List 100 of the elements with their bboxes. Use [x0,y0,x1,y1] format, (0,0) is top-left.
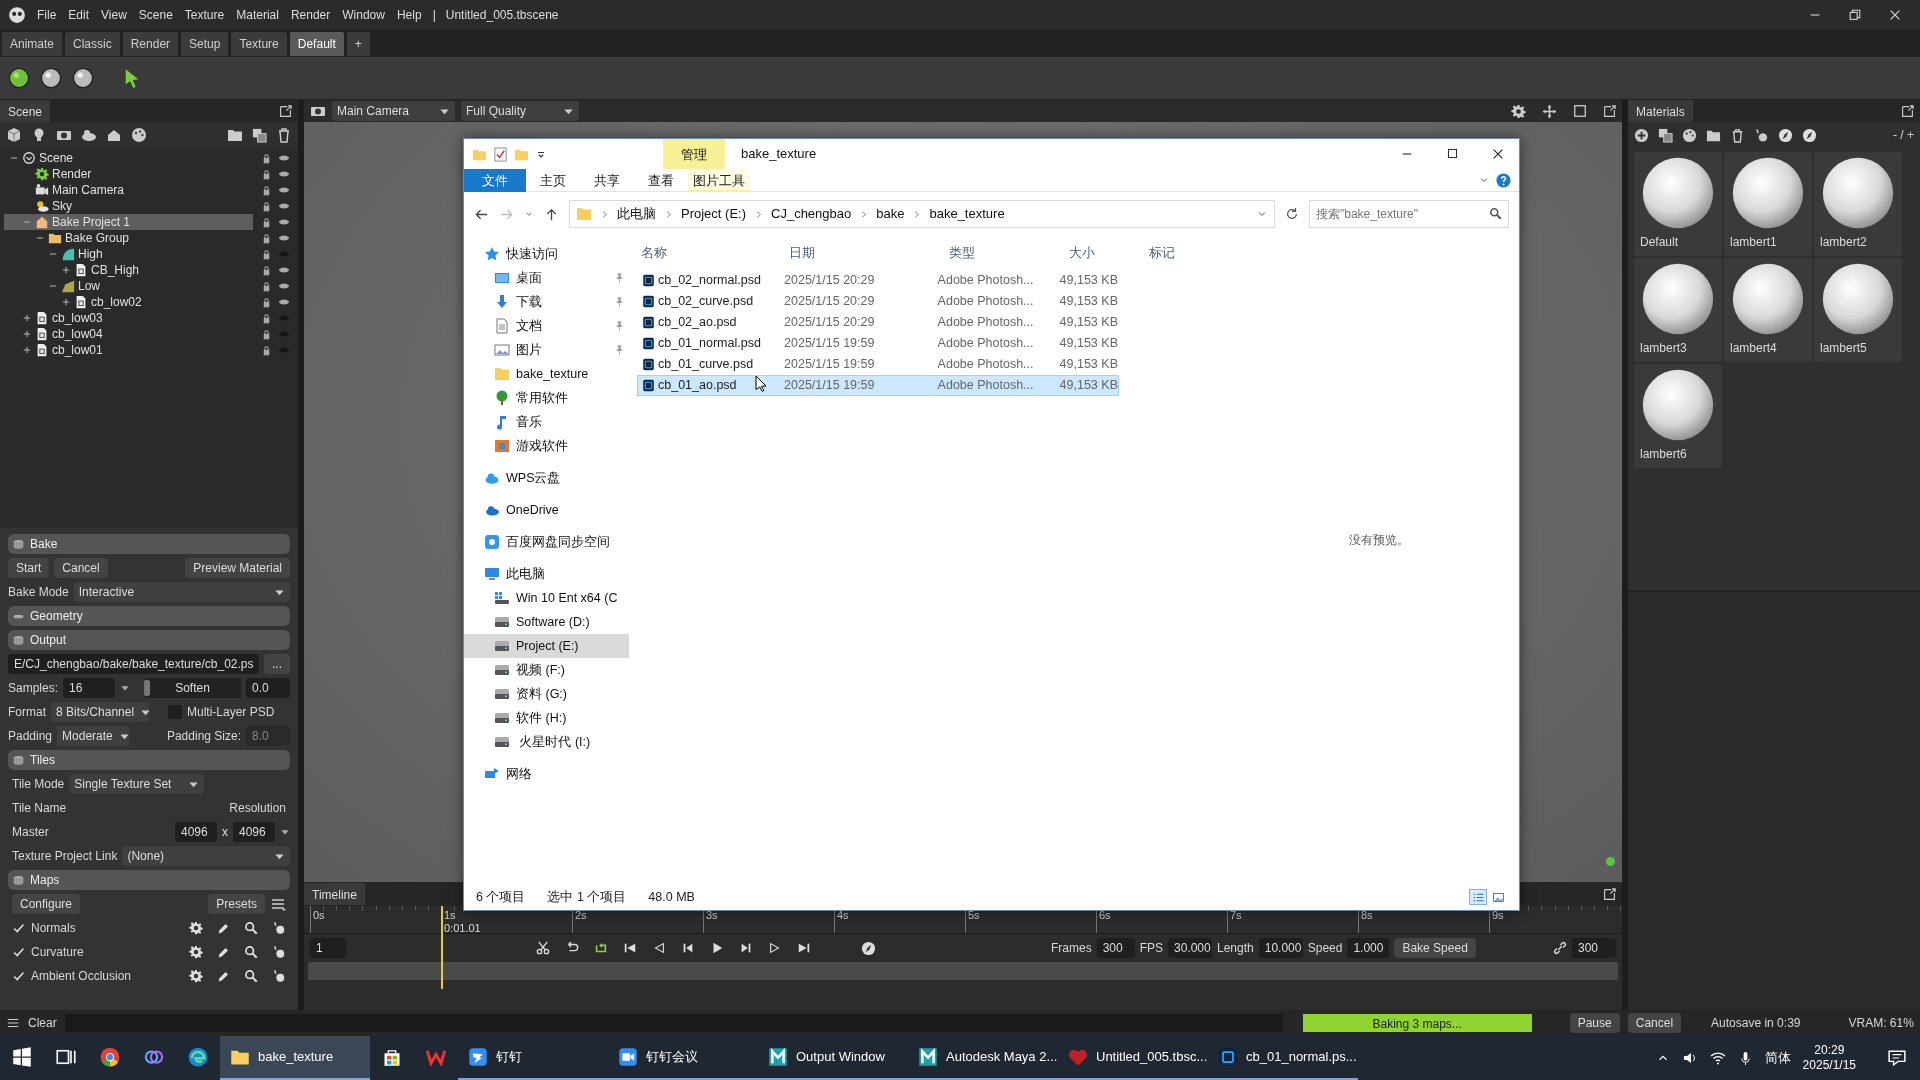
layout-tab[interactable]: Animate [2,31,63,56]
lock-icon[interactable] [261,184,272,196]
material-tile[interactable]: lambert2 [1814,152,1902,256]
lock-icon[interactable] [261,248,272,260]
menu-item[interactable]: View [100,4,128,26]
layout-tab[interactable]: Setup [181,31,229,56]
menu-item[interactable]: Scene [137,4,174,26]
padding-dropdown[interactable]: Moderate [57,726,130,746]
width-field[interactable]: 4096 [175,822,217,842]
close-icon[interactable] [1491,147,1505,161]
taskbar-app[interactable]: 钉钉 [458,1036,608,1080]
nav-item[interactable]: WPS云盘 [464,466,629,490]
format-dropdown[interactable]: 8 Bits/Channel [51,702,149,722]
network-icon[interactable] [1709,1050,1726,1066]
height-field[interactable]: 4096 [233,822,275,842]
lock-icon[interactable] [261,280,272,292]
cut-icon[interactable] [536,941,550,955]
lock-icon[interactable] [261,168,272,180]
tree-item[interactable]: Bake Project 1 [4,214,253,230]
nav-item[interactable]: 桌面 [464,266,629,290]
lock-icon[interactable] [261,344,272,356]
properties-icon[interactable] [493,146,508,162]
breadcrumb[interactable]: bake [876,204,905,224]
tree-item[interactable]: Sky [4,198,253,214]
lock-icon[interactable] [261,200,272,212]
slider-thumb[interactable] [144,680,151,696]
dropper-icon[interactable] [1754,127,1769,143]
expand-icon[interactable] [1603,887,1616,901]
material-tile[interactable]: lambert4 [1724,258,1812,362]
delete-icon[interactable] [276,127,292,143]
soften-slider[interactable]: Soften [144,678,241,698]
nav-item[interactable]: Project (E:) [464,634,629,658]
pencil-icon[interactable] [217,921,230,935]
taskbar-app[interactable]: 钉钉会议 [608,1036,758,1080]
cancel-button[interactable]: Cancel [54,558,108,578]
sphere-icon[interactable] [8,67,30,89]
input-method[interactable]: 简体 [1764,1048,1791,1068]
browse-button[interactable]: ... [264,654,290,674]
timeline-track[interactable] [308,962,1618,980]
tree-item[interactable]: Scene [4,150,253,166]
tree-item[interactable]: Low [4,278,253,294]
menu-item[interactable]: Render [289,4,332,26]
nav-item[interactable]: 音乐 [464,410,629,434]
delete-icon[interactable] [1730,127,1745,143]
duplicate-icon[interactable] [252,127,267,143]
nav-item[interactable]: 下载 [464,290,629,314]
tree-item[interactable]: Bake Group [4,230,253,246]
ribbon-tab[interactable]: 共享 [580,168,634,192]
dropper-icon[interactable] [272,945,286,959]
folder-icon[interactable] [227,127,243,143]
end-frame-field[interactable]: 300 [1572,938,1616,958]
fps-field[interactable]: 30.000 [1168,938,1212,958]
taskbar-app[interactable]: Autodesk Maya 2... [908,1036,1058,1080]
ribbon-tab[interactable]: 查看 [634,168,688,192]
search-icon[interactable] [244,969,258,983]
soften-field[interactable]: 0.0 [246,678,290,698]
taskbar-app[interactable]: cb_01_normal.ps... [1208,1036,1358,1080]
start-button[interactable]: Start [8,558,50,578]
menu-item[interactable]: Edit [67,4,91,26]
section-header[interactable]: Output [8,630,290,650]
details-view-button[interactable] [1469,889,1487,905]
camera-dropdown[interactable]: Main Camera [332,101,455,121]
material-tile[interactable]: lambert1 [1724,152,1812,256]
section-header[interactable]: Geometry [8,606,290,626]
layout-tab[interactable]: Classic [65,31,120,56]
cancel-button[interactable]: Cancel [1627,1013,1682,1033]
layout-tab[interactable]: Texture [231,31,287,56]
move-icon[interactable] [1542,103,1557,119]
expand-icon[interactable] [1901,104,1914,118]
sphere-icon[interactable] [40,67,62,89]
checkbox[interactable] [12,969,26,983]
expand-icon[interactable] [22,345,32,355]
breadcrumb[interactable]: CJ_chengbao [771,204,852,224]
file-row[interactable]: cb_02_ao.psd 2025/1/15 20:29 Adobe Photosh... 49,153 KB [637,312,1119,333]
material-tile[interactable]: lambert3 [1634,258,1722,362]
material-tile[interactable]: lambert6 [1634,364,1722,468]
pencil-icon[interactable] [217,969,230,983]
expand-icon[interactable] [22,313,32,323]
bake-speed-button[interactable]: Bake Speed [1394,938,1476,958]
panel-tab[interactable]: Timeline [304,883,365,905]
tree-item[interactable]: cb_low01 [4,342,253,358]
tree-item[interactable]: CB_High [4,262,253,278]
step-forward-icon[interactable] [739,941,753,955]
search-icon[interactable] [244,921,258,935]
nav-item[interactable]: 网络 [464,762,629,786]
ribbon-tab[interactable]: 主页 [526,168,580,192]
help-icon[interactable] [1496,172,1511,188]
add-layout-tab[interactable]: + [346,31,370,56]
material-tile[interactable]: Default [1634,152,1722,256]
panel-tab[interactable]: Materials [1628,100,1693,122]
file-row[interactable]: cb_01_curve.psd 2025/1/15 19:59 Adobe Photosh... 49,153 KB [637,354,1119,375]
dropper-icon[interactable] [272,921,286,935]
panel-tab[interactable]: Scene [0,100,51,122]
project-link-dropdown[interactable]: (None) [122,846,290,866]
close-icon[interactable] [1888,8,1902,22]
skip-start-icon[interactable] [623,941,637,955]
pencil-icon[interactable] [217,945,230,959]
expand-icon[interactable] [61,265,71,275]
clock[interactable]: 20:29 2025/1/15 [1802,1043,1856,1073]
restore-icon[interactable] [1848,8,1862,22]
